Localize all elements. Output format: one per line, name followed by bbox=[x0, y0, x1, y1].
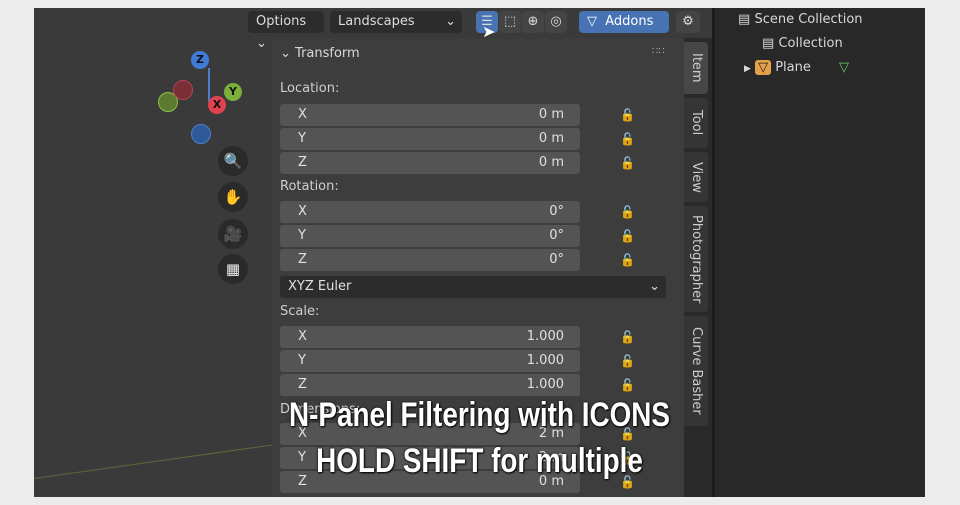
camera-icon[interactable]: 🎥 bbox=[218, 219, 248, 249]
lock-icon[interactable]: 🔓 bbox=[620, 354, 636, 368]
caption-line-1: N-Panel Filtering with ICONS bbox=[288, 396, 671, 434]
scale-z-field[interactable]: Z 1.000 bbox=[280, 374, 580, 396]
field-value: 0° bbox=[549, 228, 564, 243]
axis-label: Y bbox=[298, 353, 306, 368]
collection-box-icon: ▤ bbox=[762, 36, 775, 51]
axis-y: Y bbox=[224, 83, 242, 101]
scale-x-field[interactable]: X 1.000 bbox=[280, 326, 580, 348]
location-y-field[interactable]: Y 0 m bbox=[280, 128, 580, 150]
lock-icon[interactable]: 🔓 bbox=[620, 229, 636, 243]
lock-icon[interactable]: 🔓 bbox=[620, 132, 636, 146]
axis-label: Y bbox=[298, 131, 306, 146]
axis-label: X bbox=[298, 329, 307, 344]
scale-y-field[interactable]: Y 1.000 bbox=[280, 350, 580, 372]
blender-icon[interactable]: ◎ bbox=[545, 11, 567, 33]
blender-window: Options ⌄ Landscapes ⌄ ☰ ⬚ ⊕ ◎ ➤ ▽ Addons… bbox=[34, 8, 925, 497]
axis-label: X bbox=[298, 107, 307, 122]
funnel-icon: ▽ bbox=[587, 14, 597, 29]
lock-icon[interactable]: 🔓 bbox=[620, 378, 636, 392]
chevron-down-icon: ⌄ bbox=[445, 14, 456, 29]
rotation-label: Rotation: bbox=[280, 179, 339, 194]
axis-label: Y bbox=[298, 228, 306, 243]
lock-icon[interactable]: 🔓 bbox=[620, 253, 636, 267]
lock-icon[interactable]: 🔓 bbox=[620, 205, 636, 219]
options-dropdown[interactable]: Options ⌄ bbox=[248, 11, 324, 51]
location-z-field[interactable]: Z 0 m bbox=[280, 152, 580, 174]
axis-neg-x bbox=[173, 80, 193, 100]
lock-icon[interactable]: 🔓 bbox=[620, 108, 636, 122]
transform-section-header[interactable]: ⌄ Transform bbox=[280, 46, 360, 61]
tab-item[interactable]: Item bbox=[684, 42, 708, 94]
workspace-dropdown[interactable]: Landscapes ⌄ bbox=[330, 11, 462, 33]
lock-icon[interactable]: 🔓 bbox=[620, 330, 636, 344]
axis-label: Z bbox=[298, 155, 307, 170]
field-value: 1.000 bbox=[526, 353, 564, 368]
rotation-x-field[interactable]: X 0° bbox=[280, 201, 580, 223]
field-value: 1.000 bbox=[526, 377, 564, 392]
lock-icon[interactable]: 🔓 bbox=[620, 156, 636, 170]
scale-label: Scale: bbox=[280, 304, 320, 319]
scene-collection-label: Scene Collection bbox=[754, 12, 863, 27]
rotation-y-field[interactable]: Y 0° bbox=[280, 225, 580, 247]
zoom-icon[interactable]: 🔍 bbox=[218, 146, 248, 176]
axis-z: Z bbox=[191, 51, 209, 69]
addons-filter-button[interactable]: ▽ Addons bbox=[579, 11, 669, 33]
mesh-data-icon: ▽ bbox=[839, 60, 849, 75]
chevron-down-icon: ⌄ bbox=[649, 279, 660, 294]
location-label: Location: bbox=[280, 81, 340, 96]
axis-label: Z bbox=[298, 377, 307, 392]
drag-handle-icon[interactable]: ∷∷ bbox=[652, 46, 665, 57]
grid-ortho-icon[interactable]: ▦ bbox=[218, 254, 248, 284]
field-value: 1.000 bbox=[526, 329, 564, 344]
field-value: 0 m bbox=[538, 155, 564, 170]
hand-pan-icon[interactable]: ✋ bbox=[218, 182, 248, 212]
rotation-mode-dropdown[interactable]: XYZ Euler ⌄ bbox=[280, 276, 666, 298]
plane-label: Plane bbox=[775, 60, 811, 75]
expand-arrow-icon: ▶ bbox=[744, 64, 751, 74]
axis-label: Z bbox=[298, 252, 307, 267]
gear-icon[interactable]: ⚙ bbox=[676, 11, 700, 33]
workspace-label: Landscapes bbox=[338, 14, 415, 29]
field-value: 0 m bbox=[538, 131, 564, 146]
rotation-mode-value: XYZ Euler bbox=[288, 279, 352, 294]
mesh-object-icon: ▽ bbox=[755, 60, 772, 75]
collection-label: Collection bbox=[778, 36, 843, 51]
axis-neg-z bbox=[191, 124, 211, 144]
transform-title: Transform bbox=[295, 46, 360, 61]
axis-label: X bbox=[298, 204, 307, 219]
tab-view[interactable]: View bbox=[684, 152, 708, 202]
field-value: 0 m bbox=[538, 107, 564, 122]
axis-x: X bbox=[208, 96, 226, 114]
location-x-field[interactable]: X 0 m bbox=[280, 104, 580, 126]
add-circle-icon[interactable]: ⊕ bbox=[522, 11, 544, 33]
outliner-collection[interactable]: ▤ Collection bbox=[762, 36, 843, 51]
rotation-z-field[interactable]: Z 0° bbox=[280, 249, 580, 271]
options-label: Options bbox=[256, 14, 307, 29]
field-value: 0° bbox=[549, 252, 564, 267]
tab-photographer[interactable]: Photographer bbox=[684, 206, 708, 312]
selection-box-icon[interactable]: ⬚ bbox=[499, 11, 521, 33]
addons-label: Addons bbox=[605, 14, 654, 29]
chevron-down-icon: ⌄ bbox=[280, 46, 291, 61]
field-value: 0° bbox=[549, 204, 564, 219]
collection-box-icon: ▤ bbox=[738, 12, 751, 27]
outliner-plane[interactable]: ▶ ▽ Plane ▽ bbox=[744, 60, 849, 75]
outliner-scene-collection[interactable]: ▤ Scene Collection bbox=[738, 12, 863, 27]
caption-line-2: HOLD SHIFT for multiple bbox=[316, 442, 643, 480]
axis-line-z bbox=[208, 68, 210, 102]
tab-tool[interactable]: Tool bbox=[684, 98, 708, 148]
